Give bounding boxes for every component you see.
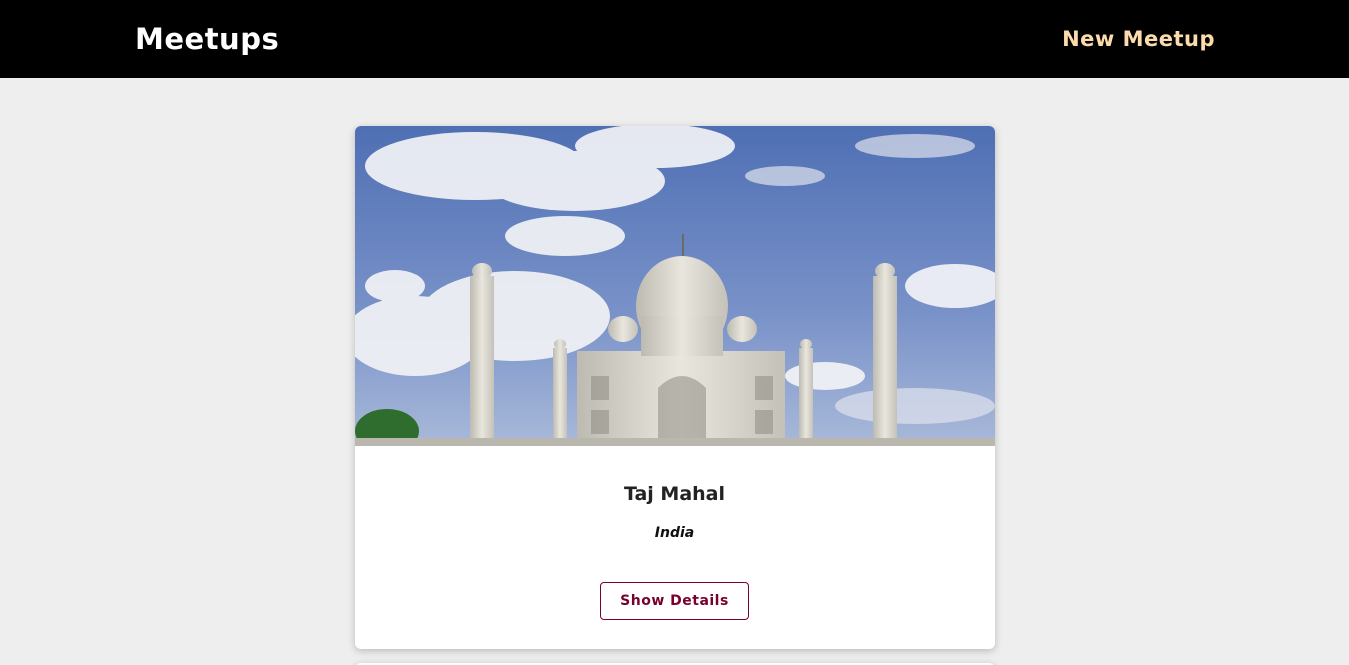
meetup-address: India <box>654 525 695 541</box>
meetup-title: Taj Mahal <box>623 483 726 505</box>
meetup-image <box>354 126 995 446</box>
new-meetup-link[interactable]: New Meetup <box>1062 27 1215 51</box>
meetup-card: Taj Mahal India Show Details <box>354 126 995 649</box>
app-logo: Meetups <box>135 22 280 56</box>
show-details-button[interactable]: Show Details <box>600 582 749 620</box>
meetup-list: Taj Mahal India Show Details <box>0 78 1349 665</box>
main-header: Meetups New Meetup <box>0 0 1349 78</box>
